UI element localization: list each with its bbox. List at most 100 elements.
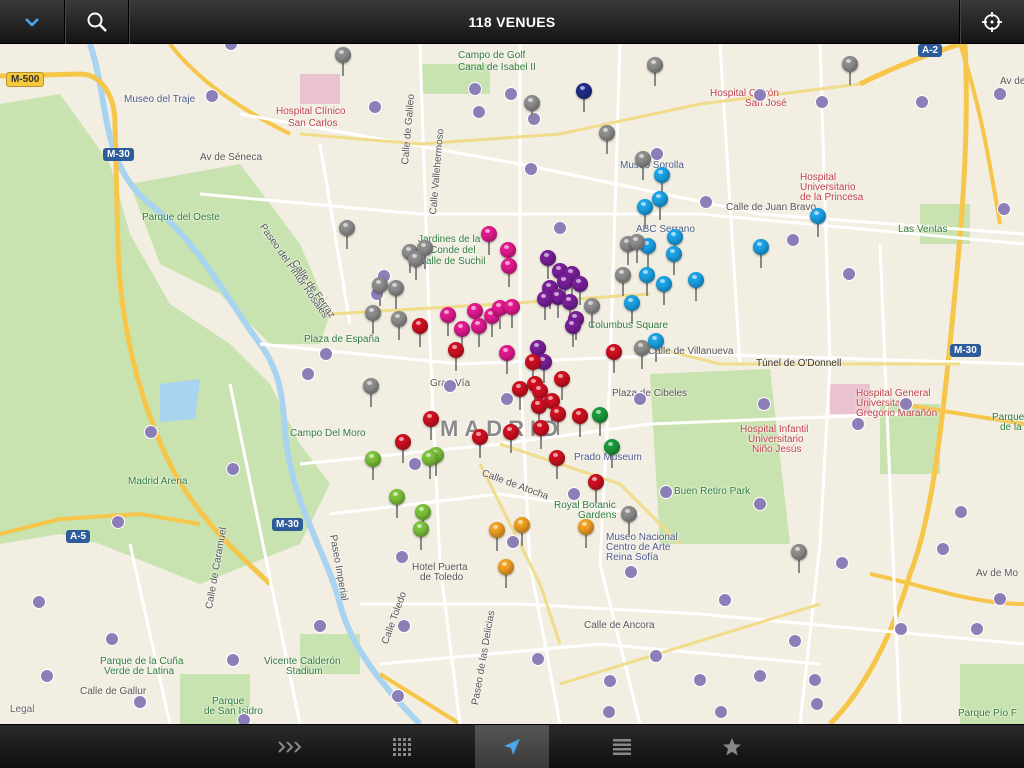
metro-station-marker[interactable] [894,622,908,636]
metro-station-marker[interactable] [954,505,968,519]
venue-pin[interactable] [565,318,581,348]
metro-station-marker[interactable] [226,653,240,667]
metro-station-marker[interactable] [650,147,664,161]
venue-pin[interactable] [656,276,672,306]
metro-station-marker[interactable] [313,619,327,633]
venue-pin[interactable] [634,340,650,370]
venue-pin[interactable] [472,429,488,459]
venue-pin[interactable] [599,125,615,155]
venue-pin[interactable] [606,344,622,374]
metro-station-marker[interactable] [993,592,1007,606]
venue-pin[interactable] [615,267,631,297]
venue-pin[interactable] [501,258,517,288]
venue-pin[interactable] [592,407,608,437]
venue-pin[interactable] [412,318,428,348]
metro-station-marker[interactable] [993,87,1007,101]
metro-station-marker[interactable] [842,267,856,281]
venue-pin[interactable] [791,544,807,574]
venue-pin[interactable] [389,489,405,519]
venue-pin[interactable] [413,521,429,551]
metro-station-marker[interactable] [531,652,545,666]
menu-toggle-button[interactable] [0,0,64,44]
metro-station-marker[interactable] [133,695,147,709]
metro-station-marker[interactable] [443,379,457,393]
metro-station-marker[interactable] [899,397,913,411]
tab-featured[interactable] [254,725,328,768]
venue-pin[interactable] [652,191,668,221]
metro-station-marker[interactable] [144,425,158,439]
metro-station-marker[interactable] [602,705,616,719]
venue-pin[interactable] [753,239,769,269]
venue-pin[interactable] [448,342,464,372]
venue-pin[interactable] [372,277,388,307]
venue-pin[interactable] [648,333,664,363]
venue-pin[interactable] [391,311,407,341]
venue-pin[interactable] [503,424,519,454]
metro-station-marker[interactable] [718,593,732,607]
tab-map[interactable] [475,725,549,768]
metro-station-marker[interactable] [915,95,929,109]
venue-pin[interactable] [647,57,663,87]
metro-station-marker[interactable] [468,82,482,96]
venue-pin[interactable] [504,299,520,329]
metro-station-marker[interactable] [970,622,984,636]
venue-pin[interactable] [537,291,553,321]
metro-station-marker[interactable] [319,347,333,361]
venue-pin[interactable] [576,83,592,113]
metro-station-marker[interactable] [810,697,824,711]
metro-station-marker[interactable] [693,673,707,687]
venue-pin[interactable] [499,345,515,375]
venue-pin[interactable] [422,450,438,480]
metro-station-marker[interactable] [633,392,647,406]
venue-pin[interactable] [365,305,381,335]
venue-pin[interactable] [533,420,549,450]
metro-station-marker[interactable] [205,89,219,103]
locate-me-button[interactable] [960,0,1024,44]
venue-pin[interactable] [688,272,704,302]
venue-pin[interactable] [550,406,566,436]
venue-pin[interactable] [549,450,565,480]
venue-pin[interactable] [498,559,514,589]
metro-station-marker[interactable] [997,202,1011,216]
legal-link[interactable]: Legal [10,704,34,715]
metro-station-marker[interactable] [788,634,802,648]
venue-pin[interactable] [395,434,411,464]
venue-pin[interactable] [572,408,588,438]
venue-pin[interactable] [512,381,528,411]
metro-station-marker[interactable] [835,556,849,570]
venue-pin[interactable] [524,95,540,125]
venue-pin[interactable] [408,251,424,281]
metro-station-marker[interactable] [504,87,518,101]
metro-station-marker[interactable] [753,88,767,102]
venue-pin[interactable] [810,208,826,238]
tab-list[interactable] [585,725,659,768]
venue-pin[interactable] [666,246,682,276]
venue-pin[interactable] [842,56,858,86]
metro-station-marker[interactable] [301,367,315,381]
metro-station-marker[interactable] [603,674,617,688]
metro-station-marker[interactable] [624,565,638,579]
metro-station-marker[interactable] [395,550,409,564]
metro-station-marker[interactable] [936,542,950,556]
venue-pin[interactable] [639,267,655,297]
tab-favorites[interactable] [695,725,769,768]
venue-pin[interactable] [489,522,505,552]
metro-station-marker[interactable] [757,397,771,411]
venue-pin[interactable] [363,378,379,408]
venue-pin[interactable] [604,439,620,469]
search-button[interactable] [65,0,129,44]
metro-station-marker[interactable] [851,417,865,431]
venue-pin[interactable] [335,47,351,77]
metro-station-marker[interactable] [32,595,46,609]
metro-station-marker[interactable] [659,485,673,499]
venue-pin[interactable] [388,280,404,310]
metro-station-marker[interactable] [567,487,581,501]
venue-pin[interactable] [514,517,530,547]
metro-station-marker[interactable] [391,689,405,703]
metro-station-marker[interactable] [808,673,822,687]
map-view[interactable]: M-500 M-30 M-30 A-2 M-30 A-5 Museo del T… [0,44,1024,724]
venue-pin[interactable] [629,234,645,264]
metro-station-marker[interactable] [397,619,411,633]
metro-station-marker[interactable] [753,669,767,683]
venue-pin[interactable] [621,506,637,536]
